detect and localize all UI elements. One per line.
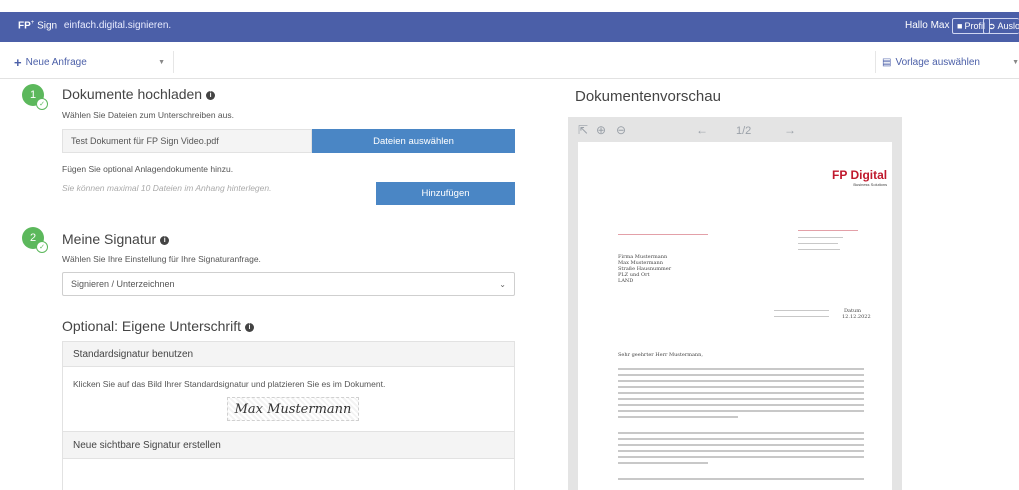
document-logo-subtitle: Business Solutions bbox=[853, 182, 888, 187]
standard-signature-panel: Klicken Sie auf das Bild Ihrer Standards… bbox=[62, 367, 515, 431]
logout-label: Ausloggen bbox=[997, 21, 1019, 31]
body-text-line bbox=[618, 438, 864, 440]
user-icon: ■ bbox=[957, 21, 963, 31]
company-address-line bbox=[798, 243, 838, 244]
plus-icon: + bbox=[14, 54, 22, 70]
chevron-down-icon: ⌄ bbox=[499, 279, 506, 289]
document-logo: FP Digital Business Solutions bbox=[832, 168, 887, 187]
company-address-line bbox=[798, 237, 843, 238]
page-indicator: 1/2 bbox=[736, 125, 752, 137]
document-logo-text: FP Digital bbox=[832, 168, 888, 182]
company-address-line bbox=[798, 249, 840, 250]
body-text-line bbox=[618, 398, 864, 400]
reference-line bbox=[774, 316, 829, 317]
company-address-line bbox=[798, 230, 858, 231]
new-signature-header[interactable]: Neue sichtbare Signatur erstellen bbox=[62, 431, 515, 459]
step-2-badge: 2 ✓ bbox=[22, 227, 48, 253]
document-page: FP Digital Business Solutions Firma Must… bbox=[578, 142, 892, 490]
document-icon: ▤ bbox=[882, 56, 892, 68]
body-text-line bbox=[618, 444, 864, 446]
body-text-line bbox=[618, 450, 864, 452]
template-label: Vorlage auswählen bbox=[895, 56, 980, 68]
previous-page-icon[interactable]: ← bbox=[696, 123, 708, 137]
info-icon[interactable]: i bbox=[244, 323, 254, 332]
new-signature-panel bbox=[62, 459, 515, 490]
top-navigation-bar: FP+ Sign einfach.digital.signieren. Hall… bbox=[0, 12, 1019, 42]
standard-signature-image[interactable]: Max Mustermann bbox=[227, 397, 359, 421]
date-value: 12.12.2022 bbox=[842, 314, 871, 320]
logout-button[interactable]: ➲ Ausloggen bbox=[983, 18, 1019, 34]
reference-line bbox=[774, 310, 829, 311]
salutation: Sehr geehrter Herr Mustermann, bbox=[618, 352, 703, 358]
sender-line bbox=[618, 234, 708, 235]
recipient-line: LAND bbox=[618, 278, 634, 284]
brand-tagline: einfach.digital.signieren. bbox=[63, 20, 172, 32]
new-request-label: Neue Anfrage bbox=[25, 56, 87, 68]
choose-files-button[interactable]: Dateien auswählen bbox=[312, 129, 515, 153]
body-text-line bbox=[618, 368, 864, 370]
brand-suffix: Sign bbox=[37, 20, 58, 32]
check-icon: ✓ bbox=[36, 241, 48, 253]
signature-mode-value: Signieren / Unterzeichnen bbox=[71, 279, 175, 289]
greeting-text: Hallo Max bbox=[905, 20, 950, 31]
body-text-line bbox=[618, 404, 864, 406]
chevron-down-icon: ▼ bbox=[1012, 58, 1019, 66]
chevron-down-icon: ▼ bbox=[158, 58, 165, 66]
body-text-line bbox=[618, 432, 864, 434]
fullscreen-icon[interactable]: ⇱ bbox=[578, 123, 588, 137]
attachments-limit-text: Sie können maximal 10 Dateien im Anhang … bbox=[62, 183, 272, 193]
info-icon[interactable]: i bbox=[160, 236, 170, 245]
profile-label: Profil bbox=[964, 21, 985, 31]
new-request-dropdown[interactable]: + Neue Anfrage ▼ bbox=[14, 51, 174, 73]
upload-section-title: Dokumente hochladen i bbox=[62, 86, 216, 102]
recipient-address: Firma Mustermann Max Mustermann Straße H… bbox=[618, 254, 671, 284]
brand-logo[interactable]: FP+ Sign einfach.digital.signieren. bbox=[18, 20, 171, 31]
standard-signature-instructions: Klicken Sie auf das Bild Ihrer Standards… bbox=[73, 379, 386, 389]
upload-subtitle: Wählen Sie Dateien zum Unterschreiben au… bbox=[62, 110, 234, 120]
template-dropdown[interactable]: ▤ Vorlage auswählen ▼ bbox=[875, 51, 1019, 73]
signature-title-text: Meine Signatur bbox=[62, 231, 157, 247]
info-icon[interactable]: i bbox=[206, 91, 216, 100]
own-signature-title: Optional: Eigene Unterschrift i bbox=[62, 318, 254, 334]
preview-title: Dokumentenvorschau bbox=[575, 88, 721, 105]
selected-file-field[interactable]: Test Dokument für FP Sign Video.pdf bbox=[62, 129, 312, 153]
action-toolbar: + Neue Anfrage ▼ ▤ Vorlage auswählen ▼ bbox=[0, 46, 1019, 79]
body-text-line bbox=[618, 456, 864, 458]
body-text-line bbox=[618, 462, 708, 464]
body-text-line bbox=[618, 392, 864, 394]
signature-mode-select[interactable]: Signieren / Unterzeichnen ⌄ bbox=[62, 272, 515, 296]
brand-mark: FP bbox=[18, 20, 31, 32]
zoom-out-icon[interactable]: ⊖ bbox=[616, 123, 626, 137]
attachments-hint: Fügen Sie optional Anlagendokumente hinz… bbox=[62, 164, 234, 174]
document-viewer: ⇱ ⊕ ⊖ ← 1/2 → FP Digital Business Soluti… bbox=[568, 117, 902, 490]
next-page-icon[interactable]: → bbox=[784, 123, 796, 137]
check-icon: ✓ bbox=[36, 98, 48, 110]
signature-subtitle: Wählen Sie Ihre Einstellung für Ihre Sig… bbox=[62, 254, 261, 264]
body-text-line bbox=[618, 478, 864, 480]
body-text-line bbox=[618, 386, 864, 388]
step-2-number: 2 bbox=[29, 232, 37, 244]
step-1-number: 1 bbox=[29, 89, 37, 101]
body-text-line bbox=[618, 380, 864, 382]
upload-title-text: Dokumente hochladen bbox=[62, 86, 203, 102]
add-attachment-button[interactable]: Hinzufügen bbox=[376, 182, 515, 205]
standard-signature-header[interactable]: Standardsignatur benutzen bbox=[62, 341, 515, 367]
signature-section-title: Meine Signatur i bbox=[62, 231, 170, 247]
body-text-line bbox=[618, 416, 738, 418]
body-text-line bbox=[618, 374, 864, 376]
own-signature-title-text: Optional: Eigene Unterschrift bbox=[62, 318, 241, 334]
body-text-line bbox=[618, 410, 864, 412]
zoom-in-icon[interactable]: ⊕ bbox=[596, 123, 606, 137]
logout-icon: ➲ bbox=[988, 20, 996, 31]
step-1-badge: 1 ✓ bbox=[22, 84, 48, 110]
